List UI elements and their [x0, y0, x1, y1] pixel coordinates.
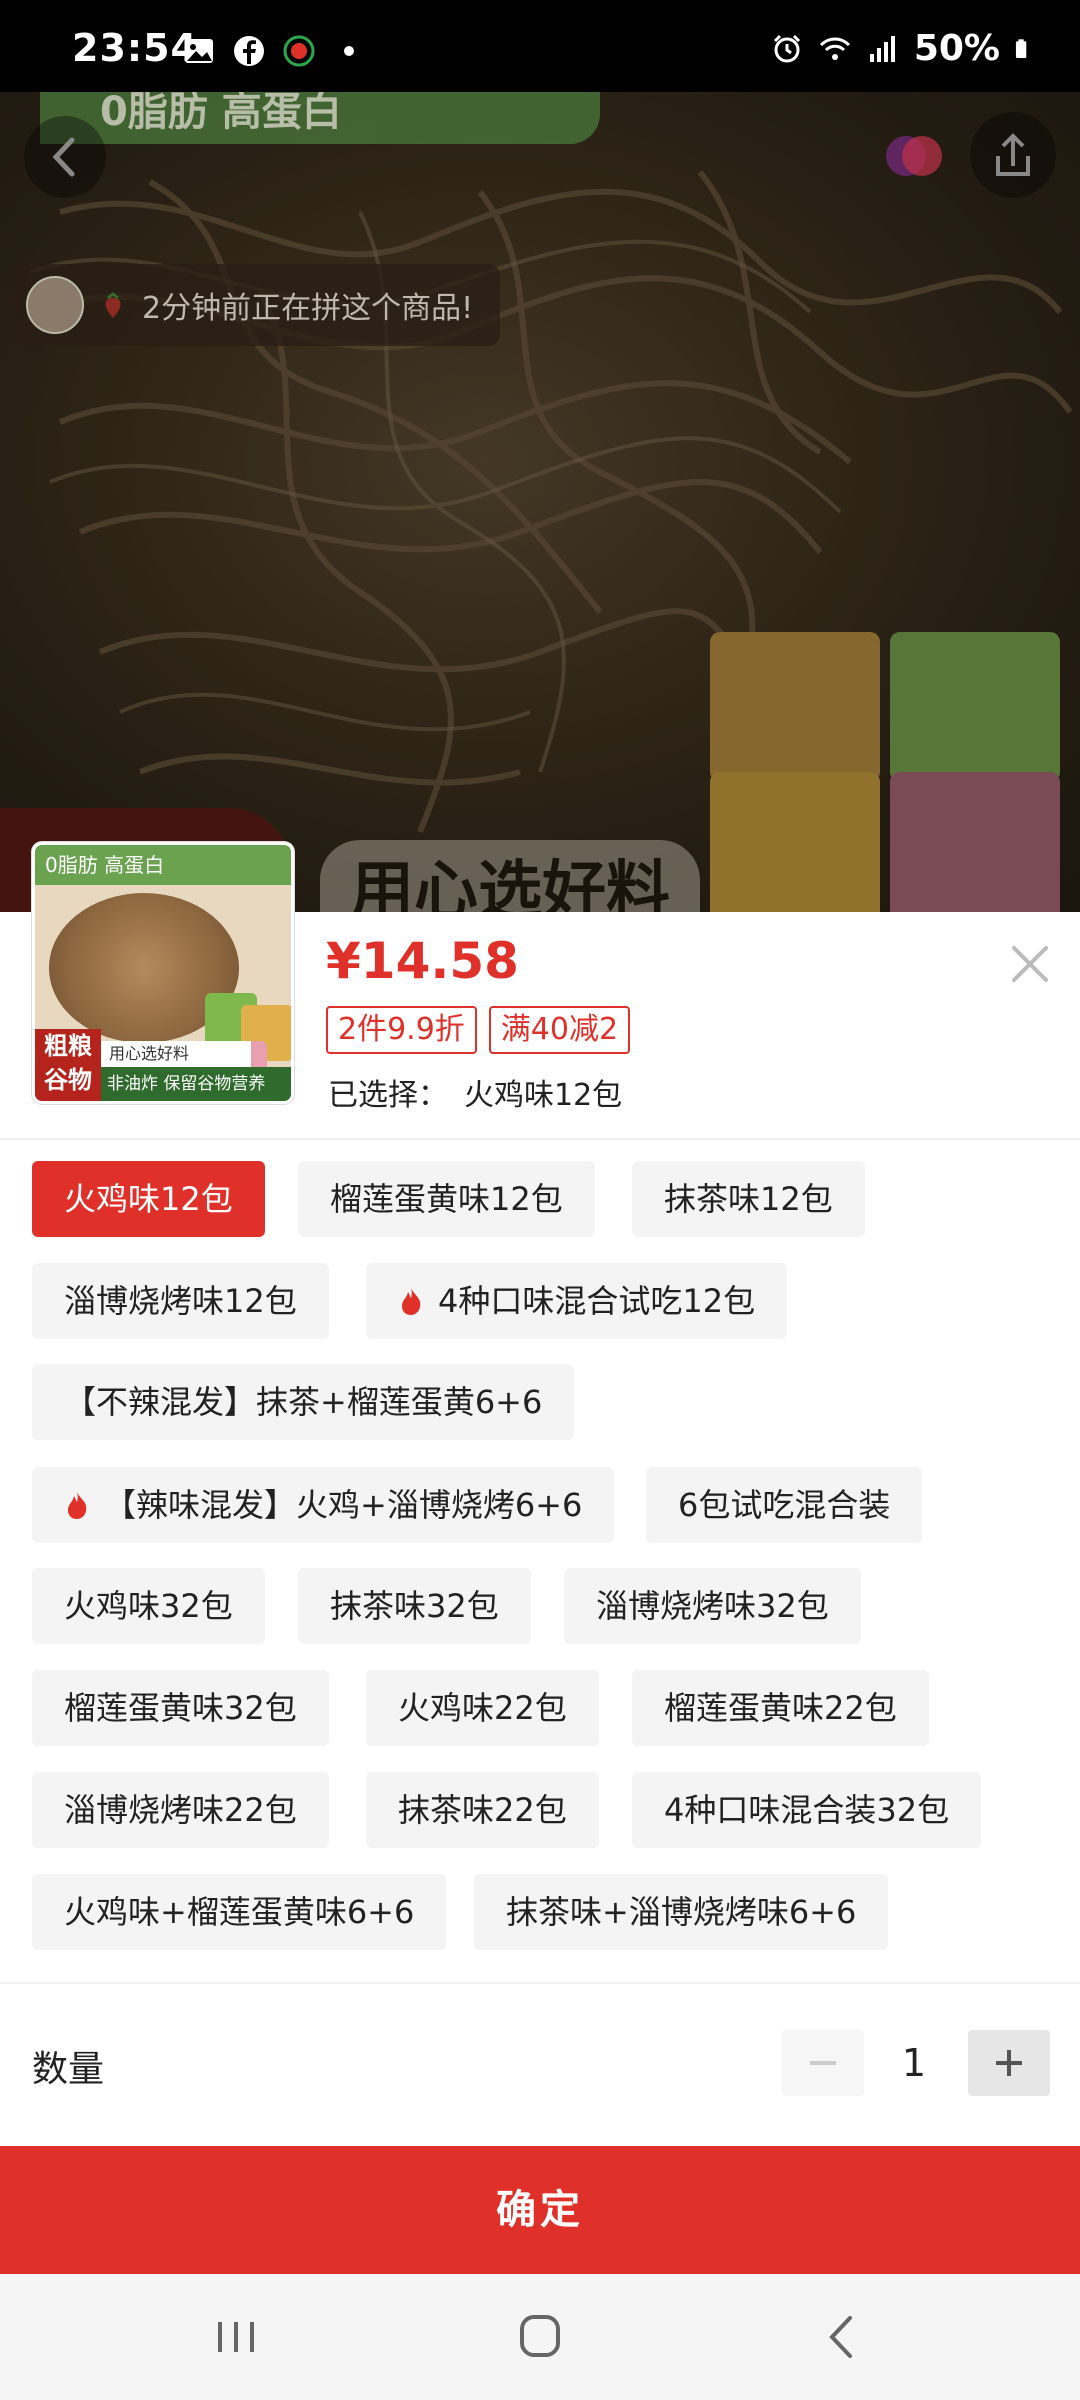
- avatar: [26, 276, 84, 334]
- option-chip[interactable]: 抹茶味12包: [632, 1161, 865, 1237]
- selected-value: 火鸡味12包: [464, 1078, 623, 1113]
- strawberry-icon: [105, 292, 121, 318]
- option-label: 火鸡味22包: [398, 1689, 567, 1727]
- brand-logo-icon[interactable]: [878, 120, 950, 192]
- plus-icon: [996, 2050, 1022, 2076]
- flame-icon: [68, 1492, 87, 1519]
- confirm-button[interactable]: 确定: [0, 2146, 1080, 2274]
- overlay: [0, 92, 1080, 912]
- close-icon: [1012, 946, 1048, 982]
- option-chip[interactable]: 淄博烧烤味12包: [32, 1263, 329, 1339]
- back-nav-button[interactable]: [802, 2302, 882, 2372]
- battery-level: 50%: [913, 28, 1000, 69]
- flame-icon: [402, 1288, 421, 1315]
- thumb-banner: 0脂肪 高蛋白: [35, 845, 291, 885]
- thumb-badge: 粗粮谷物: [35, 1029, 101, 1101]
- option-chip[interactable]: 【不辣混发】抹茶+榴莲蛋黄6+6: [32, 1364, 575, 1440]
- app-icon: [283, 35, 315, 67]
- option-label: 淄博烧烤味32包: [596, 1587, 829, 1625]
- share-button[interactable]: [970, 112, 1056, 198]
- status-icons-right: 50%: [770, 28, 1036, 69]
- option-label: 淄博烧烤味12包: [64, 1282, 297, 1320]
- option-chip[interactable]: 火鸡味12包: [32, 1161, 265, 1237]
- chevron-left-icon: [52, 137, 75, 177]
- thumb-strip: 非油炸 保留谷物营养: [101, 1067, 291, 1101]
- option-label: 榴莲蛋黄味22包: [664, 1689, 897, 1727]
- battery-icon: [1015, 38, 1027, 58]
- option-chip[interactable]: 榴莲蛋黄味32包: [32, 1670, 329, 1746]
- option-chip[interactable]: 抹茶味+淄博烧烤味6+6: [474, 1874, 889, 1950]
- close-button[interactable]: [1004, 938, 1056, 990]
- option-chip[interactable]: 淄博烧烤味22包: [32, 1772, 329, 1848]
- option-chip[interactable]: 抹茶味32包: [298, 1568, 531, 1644]
- home-icon: [520, 2315, 560, 2357]
- hero-banner: 0脂肪 高蛋白: [40, 92, 600, 144]
- home-button[interactable]: [500, 2302, 580, 2372]
- recent-apps-icon: [218, 2322, 254, 2352]
- product-image[interactable]: 用心选好料 0脂肪 高蛋白 2分钟前正在拼这个商品!: [0, 92, 1080, 912]
- quantity-decrease-button[interactable]: [782, 2030, 864, 2096]
- option-label: 抹茶味+淄博烧烤味6+6: [506, 1893, 857, 1931]
- option-label: 抹茶味32包: [330, 1587, 499, 1625]
- price: ¥14.58: [326, 932, 519, 990]
- promo-tag: 满40减2: [488, 1006, 631, 1054]
- option-chip[interactable]: 火鸡味22包: [366, 1670, 599, 1746]
- option-label: 淄博烧烤味22包: [64, 1791, 297, 1829]
- back-icon: [829, 2316, 852, 2358]
- product-thumbnail[interactable]: 0脂肪 高蛋白 用心选好料 粗粮谷物 非油炸 保留谷物营养: [32, 842, 294, 1104]
- signal-icon: [869, 35, 895, 62]
- quantity-value[interactable]: 1: [874, 2032, 954, 2094]
- selected-label: 已选择：: [328, 1078, 448, 1113]
- share-icon: [996, 133, 1030, 176]
- selected-summary: 已选择： 火鸡味12包: [328, 1070, 622, 1114]
- option-chip[interactable]: 【辣味混发】火鸡+淄博烧烤6+6: [32, 1467, 615, 1543]
- option-chip[interactable]: 榴莲蛋黄味22包: [632, 1670, 929, 1746]
- back-button[interactable]: [24, 116, 106, 198]
- quantity-label: 数量: [32, 2049, 105, 2090]
- option-chip[interactable]: 抹茶味22包: [366, 1772, 599, 1848]
- option-label: 4种口味混合试吃12包: [438, 1282, 756, 1320]
- option-label: 榴莲蛋黄味12包: [330, 1180, 563, 1218]
- quantity-increase-button[interactable]: [968, 2030, 1050, 2096]
- option-chip[interactable]: 6包试吃混合装: [646, 1467, 923, 1543]
- alarm-icon: [773, 34, 800, 62]
- thumb-caption: 用心选好料: [101, 1041, 251, 1067]
- status-time: 23:54: [72, 26, 198, 70]
- option-label: 【辣味混发】火鸡+淄博烧烤6+6: [104, 1486, 583, 1524]
- system-nav-bar: [0, 2274, 1080, 2400]
- option-label: 火鸡味32包: [64, 1587, 233, 1625]
- option-label: 火鸡味12包: [64, 1180, 233, 1218]
- activity-notice: 2分钟前正在拼这个商品!: [12, 264, 500, 346]
- activity-text: 2分钟前正在拼这个商品!: [142, 291, 474, 326]
- option-label: 抹茶味12包: [664, 1180, 833, 1218]
- divider: [0, 1138, 1080, 1140]
- option-chip[interactable]: 火鸡味32包: [32, 1568, 265, 1644]
- option-label: 榴莲蛋黄味32包: [64, 1689, 297, 1727]
- option-label: 火鸡味+榴莲蛋黄味6+6: [64, 1893, 415, 1931]
- option-chip[interactable]: 4种口味混合装32包: [632, 1772, 982, 1848]
- option-label: 抹茶味22包: [398, 1791, 567, 1829]
- gallery-icon: [185, 39, 213, 63]
- option-label: 6包试吃混合装: [678, 1486, 891, 1524]
- option-chip[interactable]: 火鸡味+榴莲蛋黄味6+6: [32, 1874, 447, 1950]
- recent-apps-button[interactable]: [196, 2302, 276, 2372]
- minus-icon: [810, 2061, 836, 2065]
- divider: [0, 1982, 1080, 1984]
- dot-icon: [344, 46, 354, 56]
- status-icons-left: [182, 34, 366, 68]
- option-chip[interactable]: 榴莲蛋黄味12包: [298, 1161, 595, 1237]
- option-label: 【不辣混发】抹茶+榴莲蛋黄6+6: [64, 1383, 543, 1421]
- option-chip[interactable]: 淄博烧烤味32包: [564, 1568, 861, 1644]
- option-label: 4种口味混合装32包: [664, 1791, 950, 1829]
- option-chip[interactable]: 4种口味混合试吃12包: [366, 1263, 788, 1339]
- facebook-icon: [234, 36, 264, 66]
- promo-tag: 2件9.9折: [326, 1006, 477, 1054]
- wifi-icon: [819, 37, 850, 60]
- promo-tags: 2件9.9折 满40减2: [326, 1006, 631, 1054]
- status-bar: 23:54 50%: [0, 0, 1080, 92]
